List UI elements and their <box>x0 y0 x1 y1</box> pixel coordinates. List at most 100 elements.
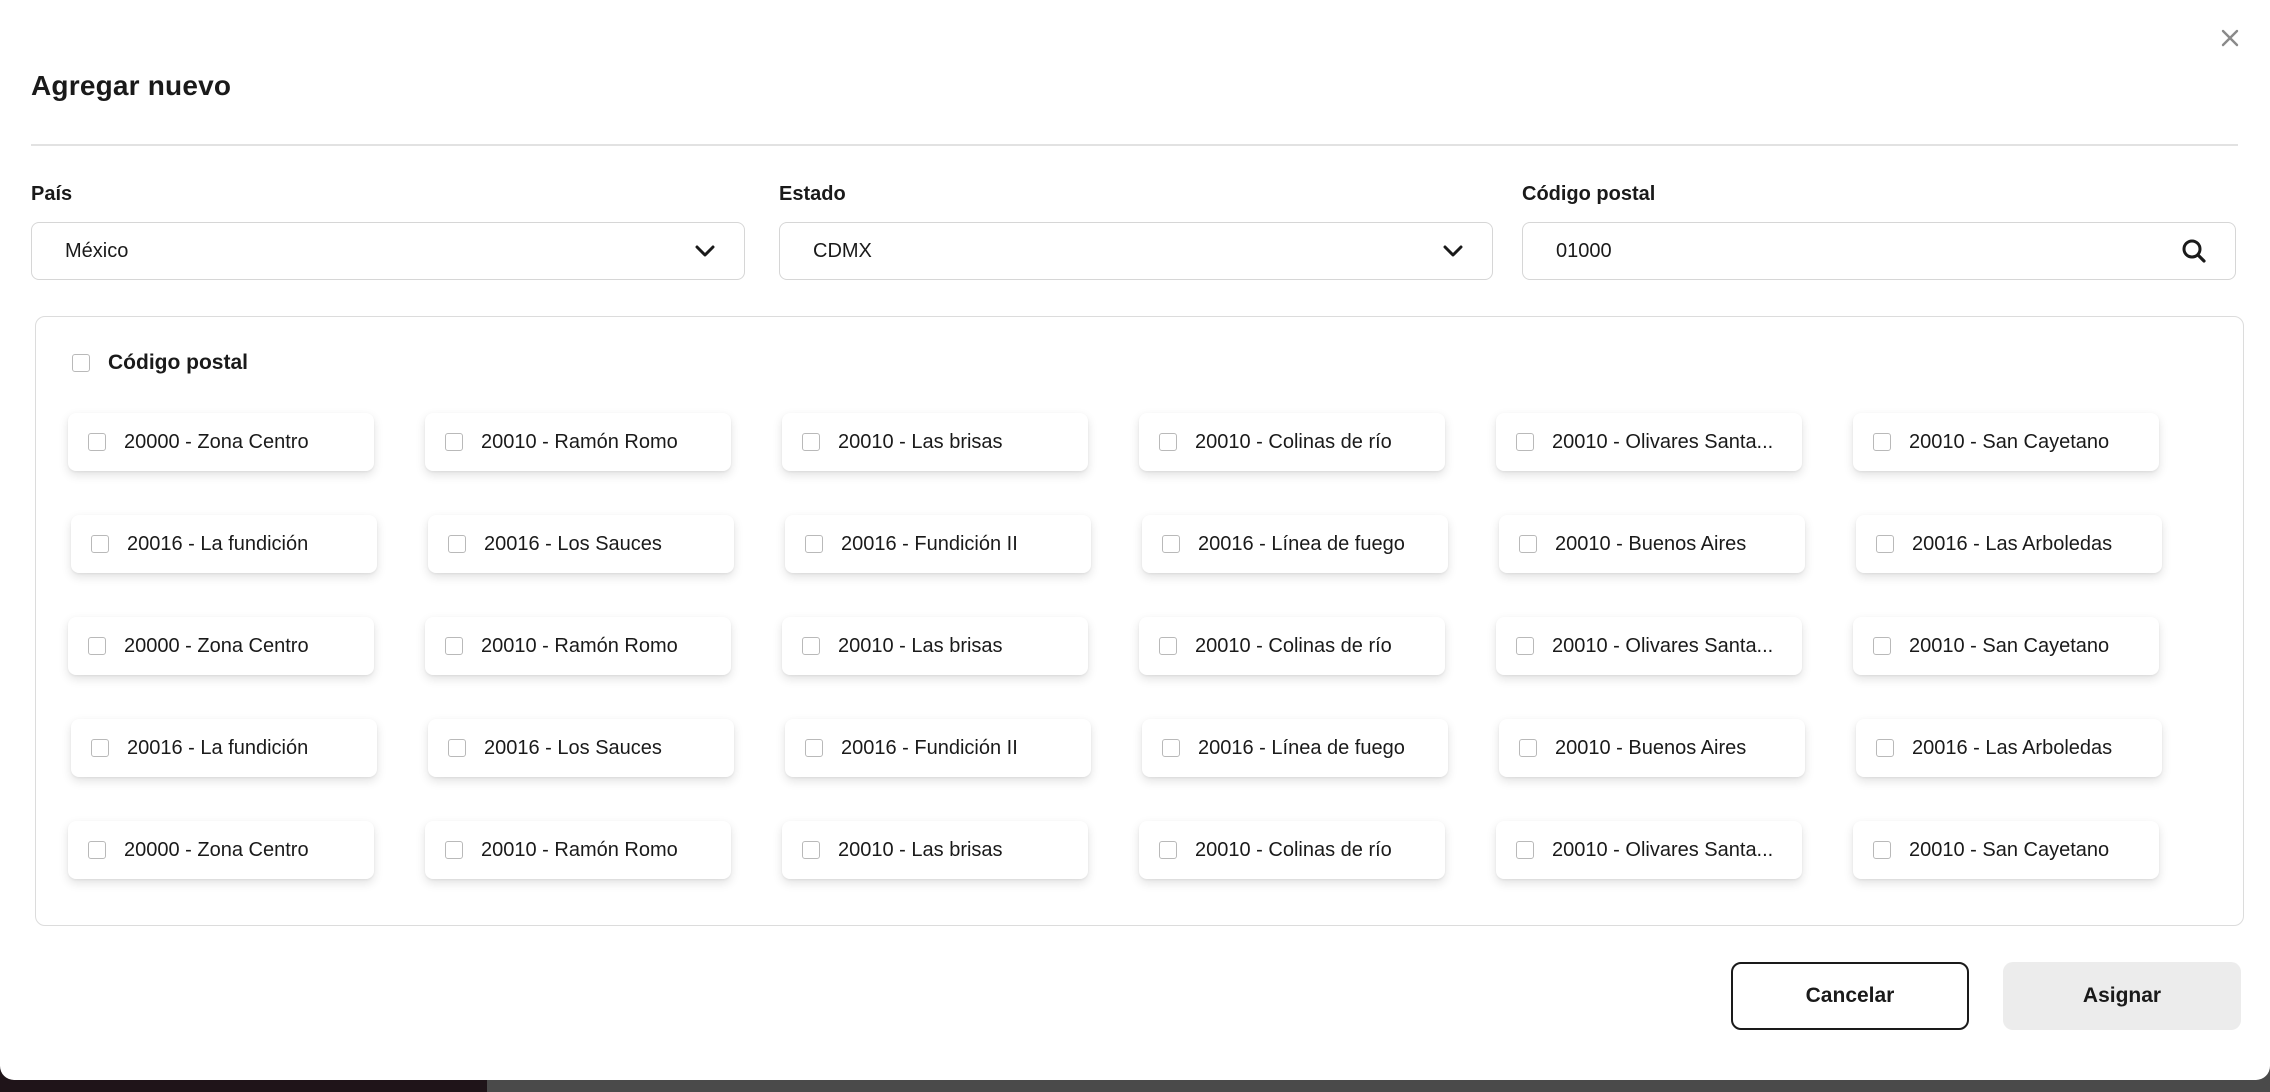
postal-code-checkbox[interactable] <box>1873 433 1891 451</box>
postal-code-option[interactable]: 20010 - Olivares Santa... <box>1496 413 1802 471</box>
state-value: CDMX <box>813 239 872 262</box>
postal-code-checkbox[interactable] <box>805 739 823 757</box>
select-all-postal-codes[interactable]: Código postal <box>72 351 248 375</box>
postal-code-option[interactable]: 20010 - Colinas de río <box>1139 413 1445 471</box>
postal-code-option-label: 20000 - Zona Centro <box>124 634 309 657</box>
postal-code-option[interactable]: 20010 - Ramón Romo <box>425 413 731 471</box>
postal-code-option-label: 20010 - Colinas de río <box>1195 634 1392 657</box>
postal-code-option[interactable]: 20010 - Las brisas <box>782 413 1088 471</box>
postal-code-option-label: 20010 - Ramón Romo <box>481 430 678 453</box>
postal-code-option-label: 20010 - San Cayetano <box>1909 838 2110 861</box>
postal-code-checkbox[interactable] <box>1516 637 1534 655</box>
postal-code-option[interactable]: 20016 - Línea de fuego <box>1142 515 1448 573</box>
postal-code-checkbox[interactable] <box>805 535 823 553</box>
postal-code-option-label: 20016 - La fundición <box>127 736 309 759</box>
postal-code-option-label: 20000 - Zona Centro <box>124 430 309 453</box>
cancel-button[interactable]: Cancelar <box>1731 962 1969 1030</box>
postal-code-option[interactable]: 20010 - Olivares Santa... <box>1496 617 1802 675</box>
assign-button[interactable]: Asignar <box>2003 962 2241 1030</box>
postal-code-checkbox[interactable] <box>1876 535 1894 553</box>
postal-code-checkbox[interactable] <box>445 841 463 859</box>
postal-code-option-label: 20010 - Buenos Aires <box>1555 736 1747 759</box>
close-icon <box>2221 29 2239 47</box>
postal-code-checkbox[interactable] <box>88 637 106 655</box>
postal-code-option[interactable]: 20016 - Fundición II <box>785 515 1091 573</box>
postal-code-option[interactable]: 20010 - San Cayetano <box>1853 617 2159 675</box>
postal-code-option[interactable]: 20016 - Los Sauces <box>428 515 734 573</box>
postal-code-option-label: 20016 - Los Sauces <box>484 532 662 555</box>
postal-code-option-label: 20010 - San Cayetano <box>1909 634 2110 657</box>
postal-code-option-label: 20010 - Las brisas <box>838 634 1003 657</box>
postal-code-checkbox[interactable] <box>1159 433 1177 451</box>
postal-code-checkbox[interactable] <box>1516 841 1534 859</box>
country-label: País <box>31 183 73 205</box>
postal-code-checkbox[interactable] <box>91 535 109 553</box>
postal-code-checkbox[interactable] <box>1876 739 1894 757</box>
postal-code-option[interactable]: 20000 - Zona Centro <box>68 413 374 471</box>
postal-code-checkbox[interactable] <box>448 535 466 553</box>
postal-code-option[interactable]: 20016 - Los Sauces <box>428 719 734 777</box>
postal-code-checkbox[interactable] <box>802 841 820 859</box>
search-icon <box>2182 239 2206 263</box>
postal-code-checkbox[interactable] <box>802 637 820 655</box>
postal-code-option[interactable]: 20016 - Las Arboledas <box>1856 515 2162 573</box>
postal-code-checkbox[interactable] <box>1159 841 1177 859</box>
postal-code-option[interactable]: 20010 - Olivares Santa... <box>1496 821 1802 879</box>
postal-code-checkbox[interactable] <box>1516 433 1534 451</box>
close-button[interactable] <box>2218 26 2242 50</box>
postal-code-checkbox[interactable] <box>1873 841 1891 859</box>
postal-code-option-label: 20010 - Colinas de río <box>1195 430 1392 453</box>
postal-code-checkbox[interactable] <box>1519 739 1537 757</box>
postal-code-checkbox[interactable] <box>88 433 106 451</box>
postal-code-option-label: 20016 - Las Arboledas <box>1912 532 2113 555</box>
modal-title: Agregar nuevo <box>31 70 232 101</box>
postal-code-checkbox[interactable] <box>1159 637 1177 655</box>
postal-code-option-label: 20010 - Olivares Santa... <box>1552 838 1774 861</box>
postal-code-option-label: 20010 - Las brisas <box>838 838 1003 861</box>
postal-code-field[interactable] <box>1522 222 2236 280</box>
postal-code-checkbox[interactable] <box>445 433 463 451</box>
postal-code-option[interactable]: 20010 - San Cayetano <box>1853 821 2159 879</box>
postal-code-option[interactable]: 20010 - Colinas de río <box>1139 821 1445 879</box>
postal-code-option[interactable]: 20000 - Zona Centro <box>68 821 374 879</box>
postal-code-option[interactable]: 20016 - Línea de fuego <box>1142 719 1448 777</box>
chevron-down-icon <box>1443 245 1463 257</box>
postal-code-option-label: 20016 - Fundición II <box>841 532 1018 555</box>
postal-code-checkbox[interactable] <box>448 739 466 757</box>
postal-code-option[interactable]: 20010 - Colinas de río <box>1139 617 1445 675</box>
postal-code-checkbox[interactable] <box>1873 637 1891 655</box>
postal-code-option[interactable]: 20010 - Las brisas <box>782 617 1088 675</box>
postal-code-checkbox[interactable] <box>1519 535 1537 553</box>
postal-code-option[interactable]: 20010 - Buenos Aires <box>1499 719 1805 777</box>
postal-code-checkbox[interactable] <box>1162 535 1180 553</box>
postal-code-option-label: 20010 - Colinas de río <box>1195 838 1392 861</box>
postal-code-option[interactable]: 20010 - Buenos Aires <box>1499 515 1805 573</box>
postal-code-option[interactable]: 20016 - Las Arboledas <box>1856 719 2162 777</box>
postal-code-option-label: 20010 - Olivares Santa... <box>1552 634 1774 657</box>
postal-code-option-label: 20010 - Olivares Santa... <box>1552 430 1774 453</box>
select-all-label: Código postal <box>108 351 248 374</box>
postal-code-option-label: 20010 - Buenos Aires <box>1555 532 1747 555</box>
state-select[interactable]: CDMX <box>779 222 1493 280</box>
postal-code-checkbox[interactable] <box>91 739 109 757</box>
postal-code-option[interactable]: 20010 - Las brisas <box>782 821 1088 879</box>
postal-code-checkbox[interactable] <box>1162 739 1180 757</box>
postal-code-option[interactable]: 20010 - San Cayetano <box>1853 413 2159 471</box>
postal-code-option[interactable]: 20016 - La fundición <box>71 719 377 777</box>
postal-code-checkbox[interactable] <box>445 637 463 655</box>
state-label: Estado <box>779 183 846 205</box>
postal-code-option[interactable]: 20016 - Fundición II <box>785 719 1091 777</box>
postal-code-option[interactable]: 20010 - Ramón Romo <box>425 617 731 675</box>
postal-code-option-label: 20010 - Ramón Romo <box>481 634 678 657</box>
postal-code-checkbox[interactable] <box>88 841 106 859</box>
postal-code-option-label: 20010 - Las brisas <box>838 430 1003 453</box>
postal-code-option[interactable]: 20000 - Zona Centro <box>68 617 374 675</box>
postal-code-checkbox[interactable] <box>802 433 820 451</box>
postal-code-option[interactable]: 20016 - La fundición <box>71 515 377 573</box>
country-select[interactable]: México <box>31 222 745 280</box>
search-button[interactable] <box>2181 238 2207 264</box>
postal-code-option[interactable]: 20010 - Ramón Romo <box>425 821 731 879</box>
postal-code-input[interactable] <box>1556 239 2156 263</box>
country-value: México <box>65 239 129 262</box>
select-all-checkbox[interactable] <box>72 354 90 372</box>
